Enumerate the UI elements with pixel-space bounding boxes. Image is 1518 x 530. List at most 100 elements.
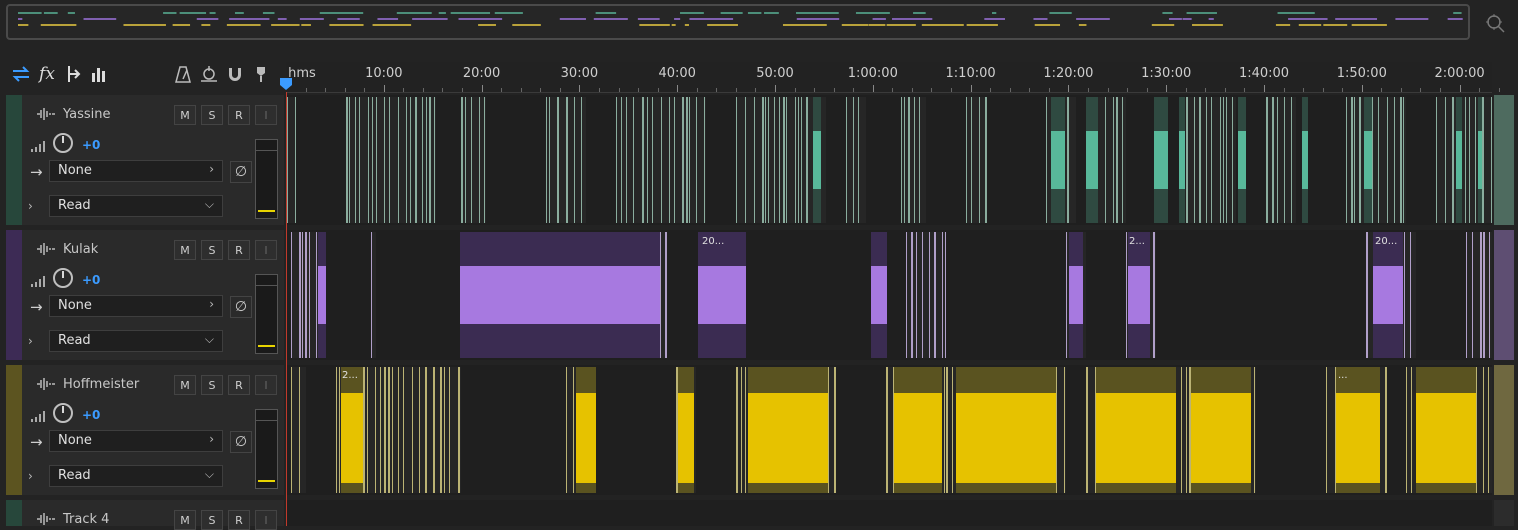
overview-clip-bar: [1151, 24, 1175, 26]
track-header-kulak[interactable]: Kulak M S R I +0 → None › ∅ › Read ⌵: [6, 230, 284, 360]
track-scroll-empty: [1494, 500, 1514, 526]
meter-icon[interactable]: [88, 62, 110, 86]
session-overview[interactable]: [6, 4, 1470, 40]
monitor-input-button[interactable]: I: [255, 240, 277, 260]
clip-waveform: [1069, 266, 1083, 324]
phase-invert-icon[interactable]: ∅: [230, 296, 252, 318]
lane-clips[interactable]: [286, 95, 1492, 225]
clip-region: [461, 97, 486, 223]
record-arm-button[interactable]: R: [228, 105, 250, 125]
clip-edge: [363, 367, 365, 493]
playhead-marker-icon[interactable]: [279, 76, 293, 90]
ruler-label: 20:00: [462, 66, 501, 81]
clip-edge: [834, 367, 836, 493]
overview-clip-bar: [720, 12, 743, 14]
track-name[interactable]: Track 4: [63, 512, 109, 527]
output-select[interactable]: None ›: [49, 160, 223, 182]
track-name[interactable]: Kulak: [63, 242, 98, 257]
volume-value[interactable]: +0: [82, 273, 100, 287]
track-header-hoffmeister[interactable]: Hoffmeister M S R I +0 → None › ∅ › Read ⌵: [6, 365, 284, 495]
ruler-major-tick: [1068, 85, 1070, 92]
volume-value[interactable]: +0: [82, 138, 100, 152]
automation-mode-select[interactable]: Read ⌵: [49, 465, 223, 487]
overview-clip-bar: [855, 12, 890, 14]
clip-edge: [696, 97, 697, 223]
mute-button[interactable]: M: [174, 240, 196, 260]
overview-clip-bar: [319, 12, 364, 14]
automation-mode-select[interactable]: Read ⌵: [49, 330, 223, 352]
lane-clips[interactable]: [286, 365, 1492, 495]
record-arm-button[interactable]: R: [228, 240, 250, 260]
expand-chevron-icon[interactable]: ›: [28, 199, 33, 213]
automation-icon[interactable]: [198, 62, 220, 86]
solo-button[interactable]: S: [201, 240, 223, 260]
solo-button[interactable]: S: [201, 510, 223, 530]
monitor-input-button[interactable]: I: [255, 375, 277, 395]
record-arm-button[interactable]: R: [228, 375, 250, 395]
volume-knob[interactable]: [53, 403, 73, 423]
expand-chevron-icon[interactable]: ›: [28, 469, 33, 483]
clip-edge: [1067, 97, 1069, 223]
ruler-minor-tick: [403, 88, 405, 92]
track-lane-yassine[interactable]: [286, 95, 1492, 225]
clip-waveform: [460, 266, 660, 324]
clip-region: [291, 367, 306, 493]
clip-edge: [1483, 367, 1484, 493]
overview-clip-bar: [377, 18, 399, 20]
clip-edge: [765, 97, 766, 223]
record-arm-button[interactable]: R: [228, 510, 250, 530]
solo-button[interactable]: S: [201, 375, 223, 395]
track-header-track-4[interactable]: Track 4 MSRI: [6, 500, 284, 530]
clip-edge: [1232, 97, 1233, 223]
time-ruler[interactable]: hms 10:00 20:00 30:00 40:00 50:00 1:00:00 1:10:…: [286, 62, 1500, 93]
output-select[interactable]: None ›: [49, 295, 223, 317]
monitor-input-button[interactable]: I: [255, 105, 277, 125]
phase-invert-icon[interactable]: ∅: [230, 431, 252, 453]
mute-button[interactable]: M: [174, 105, 196, 125]
track-scroll-hoffmeister[interactable]: [1494, 365, 1514, 495]
zoom-navigator-icon[interactable]: [1484, 12, 1506, 34]
clip-edge: [398, 367, 399, 493]
clip-waveform: [698, 266, 746, 324]
output-select[interactable]: None ›: [49, 430, 223, 452]
track-lane-track-4[interactable]: [286, 500, 1492, 526]
lane-clips[interactable]: [286, 230, 1492, 360]
clip-name-label[interactable]: 2...: [1129, 236, 1145, 247]
mute-button[interactable]: M: [174, 510, 196, 530]
clip-name-label[interactable]: 20...: [1375, 236, 1397, 247]
metronome-icon[interactable]: [172, 62, 194, 86]
volume-knob[interactable]: [53, 133, 73, 153]
multitrack-send-icon[interactable]: [62, 62, 84, 86]
ruler-minor-tick: [1420, 88, 1422, 92]
automation-mode-select[interactable]: Read ⌵: [49, 195, 223, 217]
clip-waveform: [1154, 131, 1168, 189]
fx-icon[interactable]: fx: [36, 62, 58, 86]
clip-name-label[interactable]: 20...: [702, 236, 724, 247]
track-name[interactable]: Hoffmeister: [63, 377, 139, 392]
track-scroll-yassine[interactable]: [1494, 95, 1514, 225]
ruler-minor-tick: [1205, 88, 1207, 92]
overview-clip-bar: [234, 12, 244, 14]
track-name[interactable]: Yassine: [63, 107, 111, 122]
clip-waveform: [956, 393, 1056, 483]
track-scroll-kulak[interactable]: [1494, 230, 1514, 360]
clip-name-label[interactable]: ...: [1338, 370, 1348, 381]
switch-view-icon[interactable]: [10, 62, 32, 86]
overview-clip-bar: [1447, 18, 1463, 20]
volume-value[interactable]: +0: [82, 408, 100, 422]
volume-knob[interactable]: [53, 268, 73, 288]
phase-invert-icon[interactable]: ∅: [230, 161, 252, 183]
track-lane-kulak[interactable]: [286, 230, 1492, 360]
expand-chevron-icon[interactable]: ›: [28, 334, 33, 348]
solo-button[interactable]: S: [201, 105, 223, 125]
clip-name-label[interactable]: 2...: [342, 370, 358, 381]
track-header-yassine[interactable]: Yassine M S R I +0 → None › ∅ › Read ⌵: [6, 95, 284, 225]
marker-icon[interactable]: [250, 62, 272, 86]
mute-button[interactable]: M: [174, 375, 196, 395]
monitor-input-button[interactable]: I: [255, 510, 277, 530]
overview-clip-lines: [18, 12, 1463, 26]
track-lane-hoffmeister[interactable]: [286, 365, 1492, 495]
ruler-minor-tick: [931, 88, 933, 92]
clip-edge: [946, 367, 948, 493]
snap-icon[interactable]: [224, 62, 246, 86]
